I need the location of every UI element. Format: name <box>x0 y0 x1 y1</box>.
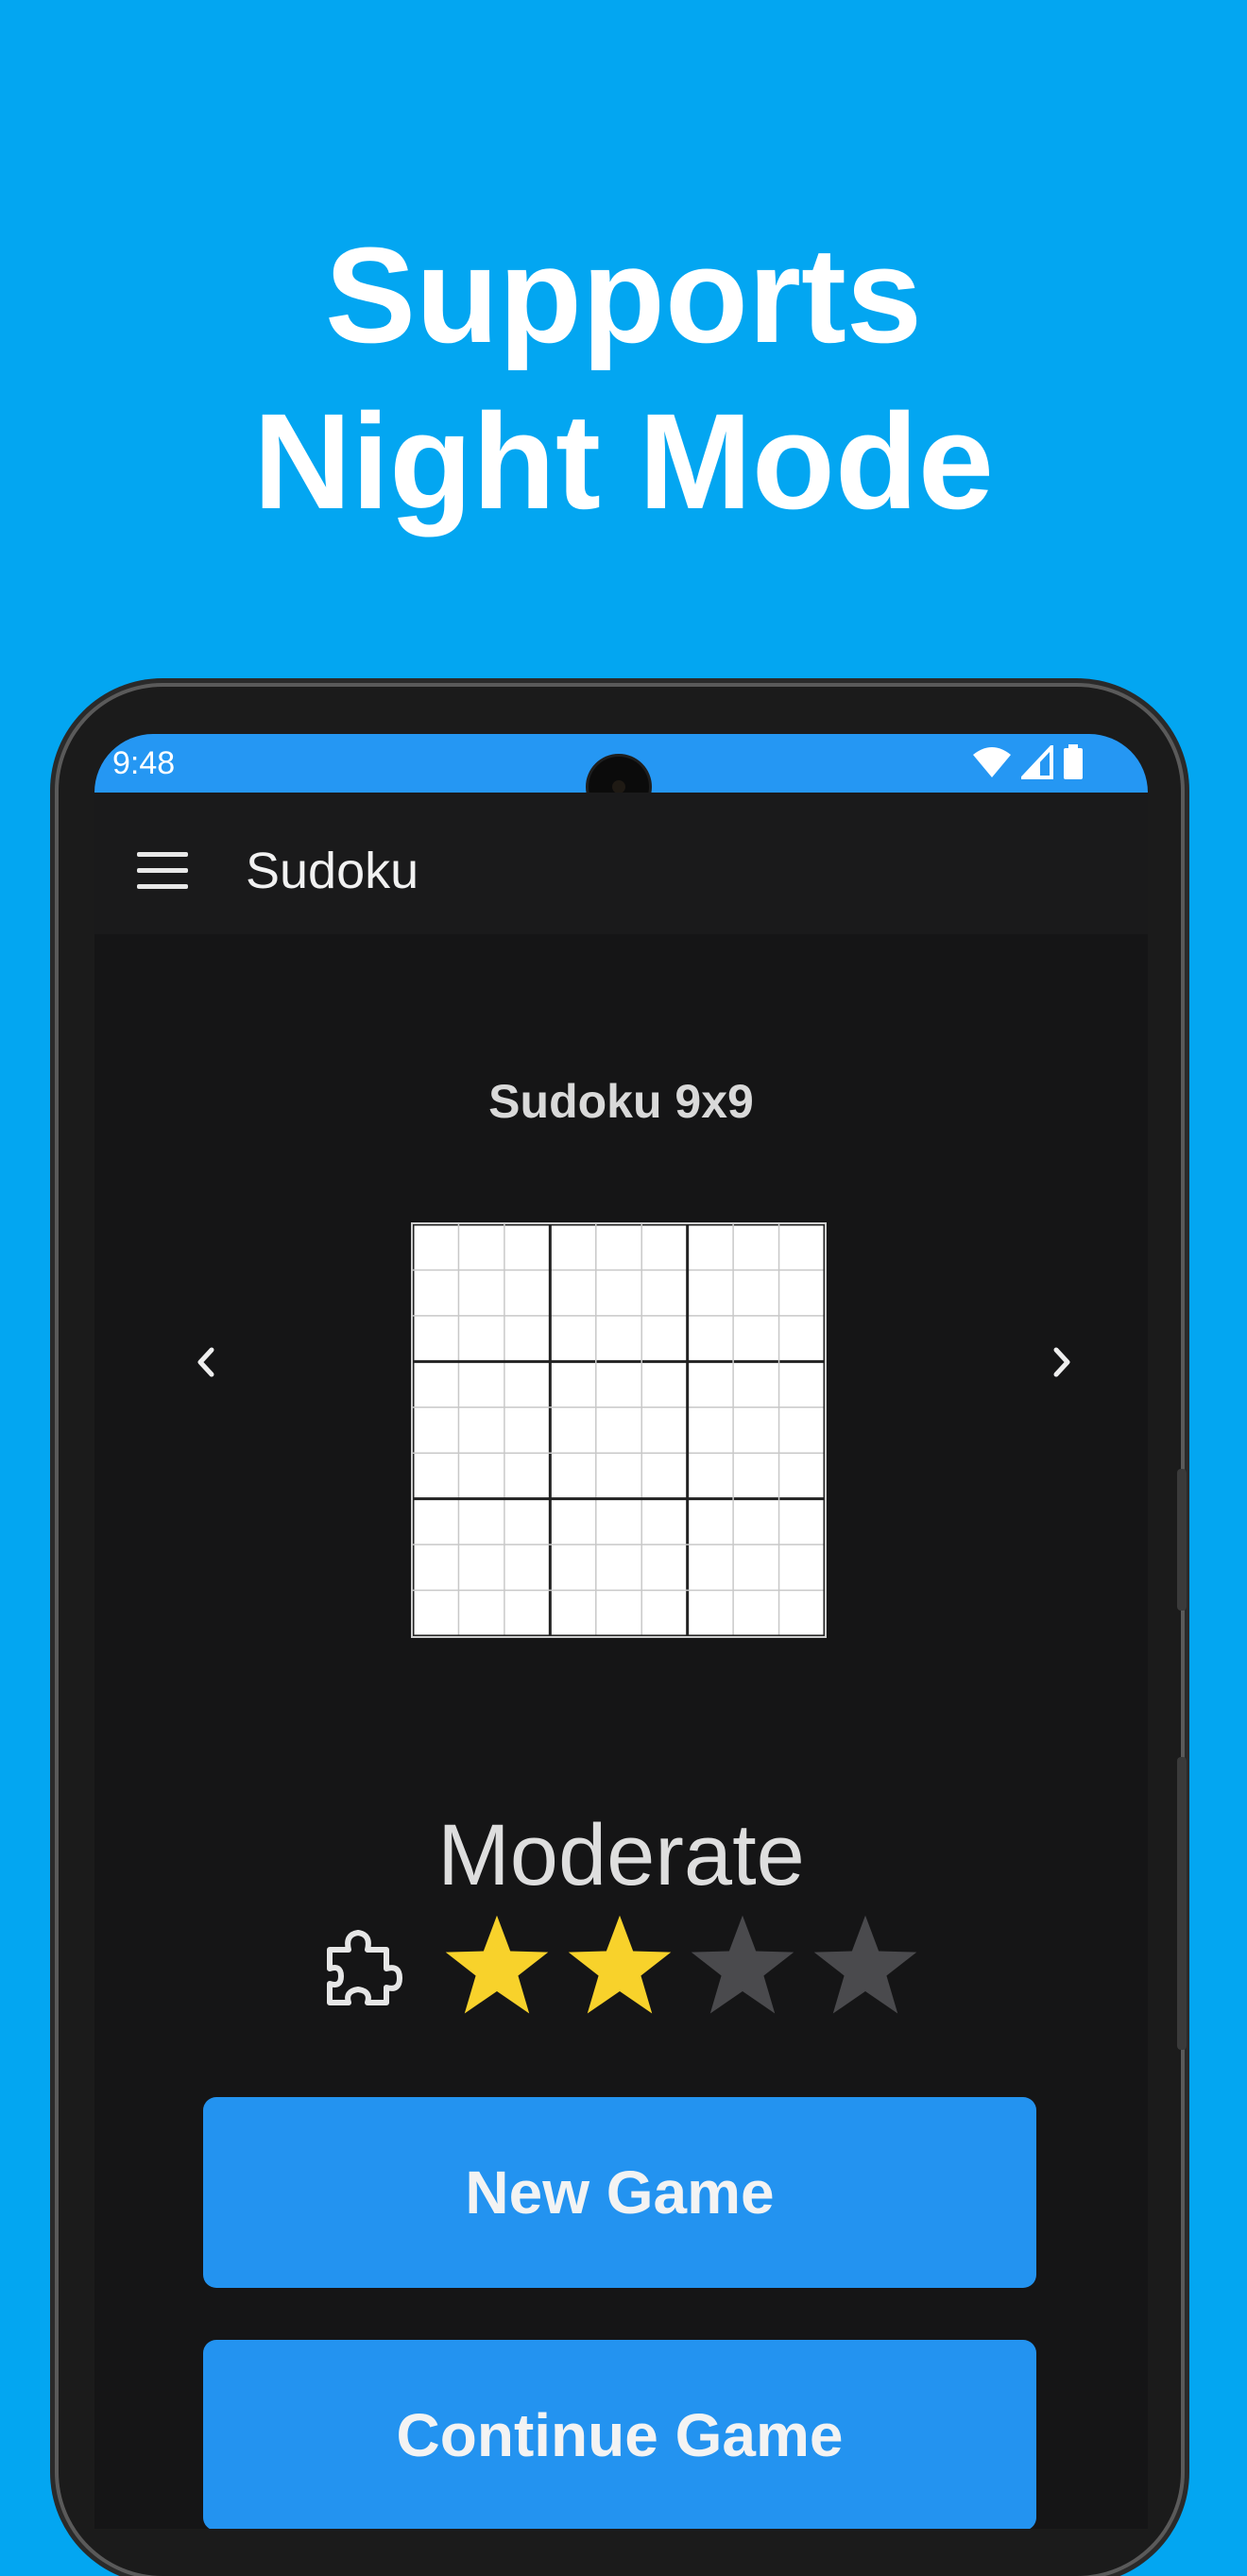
game-variant-title: Sudoku 9x9 <box>488 1075 754 1128</box>
star-filled-icon <box>568 1915 672 2014</box>
star-empty-icon <box>813 1915 917 2014</box>
menu-icon[interactable] <box>137 852 188 890</box>
cell-signal-icon <box>1021 745 1053 779</box>
star-rating <box>441 1911 932 2022</box>
wifi-icon <box>973 747 1011 777</box>
sudoku-grid-preview[interactable] <box>413 1224 825 1636</box>
puzzle-piece-icon <box>327 1930 402 2005</box>
app-bar: Sudoku <box>94 793 1148 934</box>
app-title: Sudoku <box>246 843 419 899</box>
difficulty-label: Moderate <box>437 1807 805 1903</box>
new-game-button[interactable]: New Game <box>203 2097 1036 2288</box>
status-time: 9:48 <box>112 745 176 781</box>
headline-line-2: Night Mode <box>253 385 994 537</box>
chevron-right-icon[interactable] <box>1033 1329 1090 1395</box>
headline-line-1: Supports <box>325 219 922 371</box>
difficulty-rating <box>316 1910 932 2023</box>
chevron-left-icon[interactable] <box>178 1329 234 1395</box>
promo-headline: Supports Night Mode <box>0 213 1247 545</box>
star-filled-icon <box>445 1915 549 2014</box>
volume-button <box>1177 1469 1187 1611</box>
status-icons <box>972 743 1084 781</box>
star-empty-icon <box>691 1915 794 2014</box>
power-button <box>1177 1757 1187 2050</box>
phone-screen: 9:48 Sudoku Sudoku 9x9 Moderate New Game… <box>94 734 1148 2529</box>
continue-game-button[interactable]: Continue Game <box>203 2340 1036 2529</box>
battery-icon <box>1064 744 1083 779</box>
